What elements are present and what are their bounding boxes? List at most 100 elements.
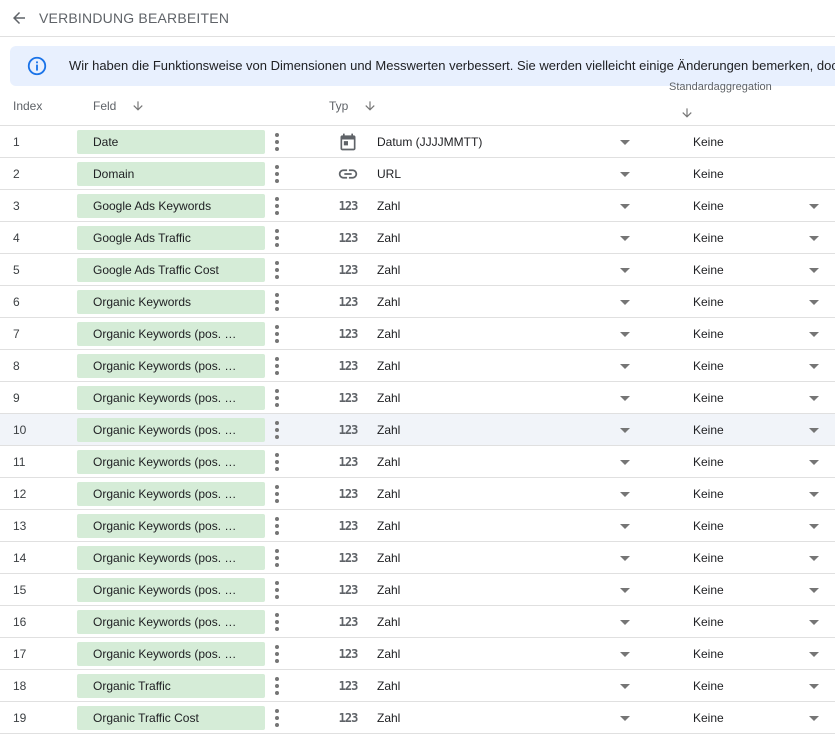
type-dropdown-arrow-icon[interactable] <box>620 524 630 529</box>
aggregation-value[interactable]: Keine <box>693 551 724 565</box>
type-select[interactable]: Zahl <box>377 391 400 405</box>
more-vert-icon[interactable] <box>270 388 284 408</box>
sort-arrow-down-icon[interactable] <box>131 99 145 113</box>
type-dropdown-arrow-icon[interactable] <box>620 460 630 465</box>
type-dropdown-arrow-icon[interactable] <box>620 620 630 625</box>
more-vert-icon[interactable] <box>270 292 284 312</box>
type-dropdown-arrow-icon[interactable] <box>620 396 630 401</box>
type-select[interactable]: Zahl <box>377 487 400 501</box>
sort-arrow-down-icon[interactable] <box>363 99 377 113</box>
aggregation-value[interactable]: Keine <box>693 423 724 437</box>
more-vert-icon[interactable] <box>270 260 284 280</box>
field-chip[interactable]: Date <box>77 130 265 154</box>
aggregation-value[interactable]: Keine <box>693 583 724 597</box>
field-chip[interactable]: Organic Keywords (pos. … <box>77 386 265 410</box>
more-vert-icon[interactable] <box>270 196 284 216</box>
aggregation-value[interactable]: Keine <box>693 231 724 245</box>
field-chip[interactable]: Organic Keywords (pos. … <box>77 610 265 634</box>
more-vert-icon[interactable] <box>270 164 284 184</box>
field-chip[interactable]: Organic Keywords (pos. … <box>77 514 265 538</box>
type-dropdown-arrow-icon[interactable] <box>620 684 630 689</box>
field-chip[interactable]: Organic Keywords (pos. … <box>77 450 265 474</box>
sort-arrow-down-icon[interactable] <box>680 106 694 120</box>
type-dropdown-arrow-icon[interactable] <box>620 652 630 657</box>
more-vert-icon[interactable] <box>270 484 284 504</box>
aggregation-value[interactable]: Keine <box>693 487 724 501</box>
type-dropdown-arrow-icon[interactable] <box>620 332 630 337</box>
field-chip[interactable]: Organic Traffic <box>77 674 265 698</box>
aggregation-dropdown-arrow-icon[interactable] <box>809 268 819 273</box>
type-dropdown-arrow-icon[interactable] <box>620 364 630 369</box>
more-vert-icon[interactable] <box>270 676 284 696</box>
type-dropdown-arrow-icon[interactable] <box>620 204 630 209</box>
field-chip[interactable]: Organic Keywords (pos. … <box>77 418 265 442</box>
field-chip[interactable]: Google Ads Traffic <box>77 226 265 250</box>
aggregation-value[interactable]: Keine <box>693 679 724 693</box>
aggregation-value[interactable]: Keine <box>693 455 724 469</box>
aggregation-dropdown-arrow-icon[interactable] <box>809 620 819 625</box>
type-select[interactable]: Zahl <box>377 295 400 309</box>
type-select[interactable]: Zahl <box>377 263 400 277</box>
aggregation-value[interactable]: Keine <box>693 199 724 213</box>
aggregation-value[interactable]: Keine <box>693 647 724 661</box>
more-vert-icon[interactable] <box>270 132 284 152</box>
field-chip[interactable]: Organic Keywords <box>77 290 265 314</box>
aggregation-dropdown-arrow-icon[interactable] <box>809 588 819 593</box>
type-dropdown-arrow-icon[interactable] <box>620 172 630 177</box>
type-dropdown-arrow-icon[interactable] <box>620 236 630 241</box>
type-dropdown-arrow-icon[interactable] <box>620 556 630 561</box>
more-vert-icon[interactable] <box>270 356 284 376</box>
field-chip[interactable]: Organic Traffic Cost <box>77 706 265 730</box>
aggregation-dropdown-arrow-icon[interactable] <box>809 396 819 401</box>
type-select[interactable]: Zahl <box>377 231 400 245</box>
aggregation-dropdown-arrow-icon[interactable] <box>809 684 819 689</box>
aggregation-value[interactable]: Keine <box>693 711 724 725</box>
type-select[interactable]: Zahl <box>377 359 400 373</box>
type-dropdown-arrow-icon[interactable] <box>620 268 630 273</box>
type-select[interactable]: Zahl <box>377 679 400 693</box>
type-select[interactable]: Datum (JJJJMMTT) <box>377 135 482 149</box>
aggregation-dropdown-arrow-icon[interactable] <box>809 428 819 433</box>
type-select[interactable]: Zahl <box>377 423 400 437</box>
type-select[interactable]: Zahl <box>377 583 400 597</box>
aggregation-dropdown-arrow-icon[interactable] <box>809 492 819 497</box>
column-header-field[interactable]: Feld <box>93 99 116 113</box>
more-vert-icon[interactable] <box>270 580 284 600</box>
aggregation-dropdown-arrow-icon[interactable] <box>809 300 819 305</box>
aggregation-value[interactable]: Keine <box>693 359 724 373</box>
aggregation-value[interactable]: Keine <box>693 295 724 309</box>
field-chip[interactable]: Organic Keywords (pos. … <box>77 546 265 570</box>
aggregation-dropdown-arrow-icon[interactable] <box>809 332 819 337</box>
aggregation-dropdown-arrow-icon[interactable] <box>809 236 819 241</box>
field-chip[interactable]: Organic Keywords (pos. … <box>77 482 265 506</box>
field-chip[interactable]: Google Ads Traffic Cost <box>77 258 265 282</box>
type-select[interactable]: Zahl <box>377 519 400 533</box>
aggregation-value[interactable]: Keine <box>693 327 724 341</box>
more-vert-icon[interactable] <box>270 708 284 728</box>
type-dropdown-arrow-icon[interactable] <box>620 140 630 145</box>
type-select[interactable]: URL <box>377 167 401 181</box>
aggregation-dropdown-arrow-icon[interactable] <box>809 652 819 657</box>
aggregation-dropdown-arrow-icon[interactable] <box>809 716 819 721</box>
field-chip[interactable]: Organic Keywords (pos. … <box>77 354 265 378</box>
field-chip[interactable]: Organic Keywords (pos. … <box>77 578 265 602</box>
aggregation-dropdown-arrow-icon[interactable] <box>809 524 819 529</box>
aggregation-dropdown-arrow-icon[interactable] <box>809 204 819 209</box>
aggregation-dropdown-arrow-icon[interactable] <box>809 364 819 369</box>
more-vert-icon[interactable] <box>270 548 284 568</box>
aggregation-value[interactable]: Keine <box>693 391 724 405</box>
arrow-back-icon[interactable] <box>6 5 32 31</box>
type-select[interactable]: Zahl <box>377 199 400 213</box>
field-chip[interactable]: Organic Keywords (pos. … <box>77 322 265 346</box>
aggregation-value[interactable]: Keine <box>693 519 724 533</box>
type-dropdown-arrow-icon[interactable] <box>620 428 630 433</box>
more-vert-icon[interactable] <box>270 644 284 664</box>
field-chip[interactable]: Domain <box>77 162 265 186</box>
type-select[interactable]: Zahl <box>377 647 400 661</box>
field-chip[interactable]: Google Ads Keywords <box>77 194 265 218</box>
type-select[interactable]: Zahl <box>377 455 400 469</box>
type-select[interactable]: Zahl <box>377 711 400 725</box>
aggregation-value[interactable]: Keine <box>693 615 724 629</box>
type-dropdown-arrow-icon[interactable] <box>620 588 630 593</box>
column-header-aggregation[interactable]: Standardaggregation <box>669 81 772 93</box>
